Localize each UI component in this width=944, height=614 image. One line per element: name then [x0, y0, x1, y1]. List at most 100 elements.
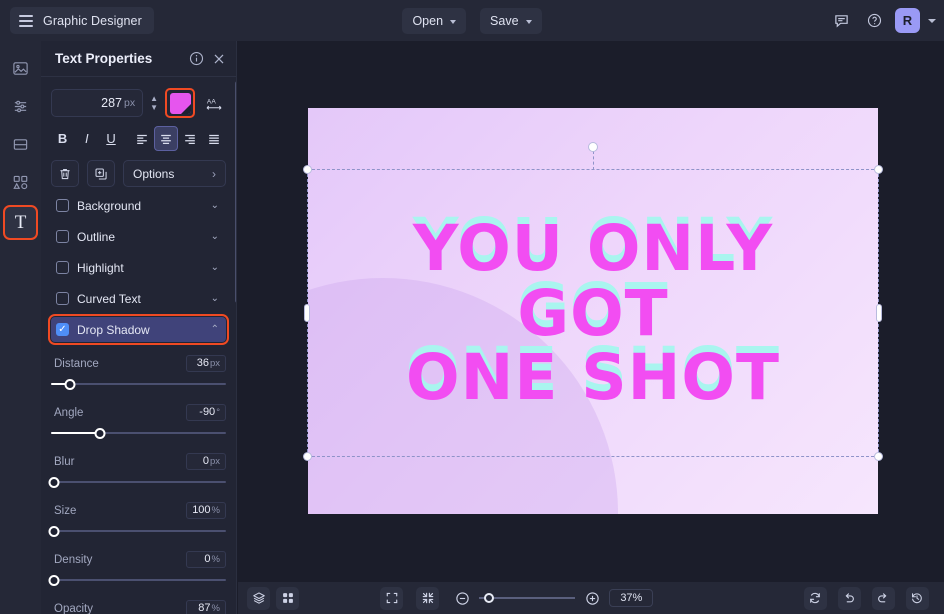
slider-label: Opacity	[51, 603, 186, 614]
section-highlight[interactable]: Highlight ⌄	[51, 255, 226, 280]
redo-icon[interactable]	[872, 587, 895, 610]
sidebar-item-text[interactable]: T	[3, 205, 38, 240]
slider-label: Density	[51, 554, 186, 566]
slider-track[interactable]	[51, 524, 226, 538]
save-button[interactable]: Save	[480, 8, 542, 34]
save-label: Save	[490, 14, 519, 28]
text-icon: T	[15, 212, 27, 234]
sidebar-item-image[interactable]	[5, 53, 36, 84]
artboard[interactable]: YOU ONLY GOT ONE SHOT	[308, 108, 878, 514]
text-color-button[interactable]	[165, 88, 195, 118]
hamburger-icon[interactable]	[19, 15, 33, 27]
duplicate-icon[interactable]	[87, 160, 115, 187]
section-background[interactable]: Background ⌄	[51, 193, 226, 218]
zoom-slider[interactable]	[479, 592, 575, 604]
sidebar-item-adjust[interactable]	[5, 91, 36, 122]
slider-value-input[interactable]: 100 %	[186, 502, 226, 519]
section-outline[interactable]: Outline ⌄	[51, 224, 226, 249]
slider-label: Blur	[51, 456, 186, 468]
layers-icon[interactable]	[247, 587, 270, 610]
grid-icon[interactable]	[276, 587, 299, 610]
underline-button[interactable]: U	[99, 126, 122, 151]
sidebar-item-shapes[interactable]	[5, 167, 36, 198]
top-bar-right: R	[829, 0, 936, 41]
refresh-icon[interactable]	[804, 587, 827, 610]
avatar[interactable]: R	[895, 8, 920, 33]
chevron-down-icon: ⌄	[211, 231, 219, 242]
align-center-button[interactable]	[154, 126, 177, 151]
text-object[interactable]: YOU ONLY GOT ONE SHOT	[308, 108, 878, 514]
align-left-button[interactable]	[130, 126, 153, 151]
slider-bar	[51, 481, 226, 483]
zoom-slider-knob[interactable]	[484, 593, 494, 603]
slider-track[interactable]	[51, 475, 226, 489]
italic-label: I	[85, 131, 89, 146]
slider-fill	[51, 432, 100, 434]
history-icon[interactable]	[906, 587, 929, 610]
options-button[interactable]: Options ›	[123, 160, 226, 187]
section-curved-text[interactable]: Curved Text ⌄	[51, 286, 226, 311]
slider-knob[interactable]	[49, 575, 60, 586]
bottom-bar: 37%	[238, 582, 944, 614]
slider-value-input[interactable]: 36 px	[186, 355, 226, 372]
bold-button[interactable]: B	[51, 126, 74, 151]
slider-track[interactable]	[51, 573, 226, 587]
info-circle-icon[interactable]	[189, 51, 204, 66]
slider-knob[interactable]	[95, 428, 106, 439]
close-icon[interactable]	[212, 52, 226, 66]
slider-knob[interactable]	[65, 379, 76, 390]
text-color-swatch	[170, 93, 191, 114]
letter-spacing-icon[interactable]: AA	[202, 90, 226, 116]
slider-header: Size 100 %	[51, 502, 226, 519]
account-chevron-down-icon[interactable]	[928, 19, 936, 23]
curved-text-checkbox[interactable]	[56, 292, 69, 305]
slider-value-input[interactable]: 87 %	[186, 600, 226, 614]
slider-value-input[interactable]: 0 px	[186, 453, 226, 470]
zoom-in-icon[interactable]	[582, 588, 602, 608]
slider-track[interactable]	[51, 377, 226, 391]
section-label: Drop Shadow	[77, 323, 203, 337]
drop-shadow-checkbox[interactable]	[56, 323, 69, 336]
align-right-button[interactable]	[179, 126, 202, 151]
slider-header: Angle -90 °	[51, 404, 226, 421]
fit-screen-icon[interactable]	[380, 587, 403, 610]
slider-knob[interactable]	[49, 526, 60, 537]
highlight-checkbox[interactable]	[56, 261, 69, 274]
font-size-stepper[interactable]: ▲ ▼	[150, 96, 158, 111]
slider-value-input[interactable]: -90 °	[186, 404, 226, 421]
text-line-1: YOU ONLY	[413, 219, 773, 279]
zoom-level[interactable]: 37%	[609, 589, 653, 607]
outline-checkbox[interactable]	[56, 230, 69, 243]
italic-button[interactable]: I	[75, 126, 98, 151]
section-label: Background	[77, 199, 203, 213]
slider-knob[interactable]	[49, 477, 60, 488]
section-drop-shadow[interactable]: Drop Shadow ⌃	[51, 317, 226, 342]
canvas-stage[interactable]: YOU ONLY GOT ONE SHOT	[238, 41, 944, 582]
slider-value-input[interactable]: 0 %	[186, 551, 226, 568]
page-title: Text Properties	[55, 51, 181, 66]
history-controls	[804, 587, 935, 610]
panel-scrollbar[interactable]	[235, 81, 236, 303]
slider-value: 0	[204, 553, 210, 565]
bold-label: B	[58, 131, 67, 146]
slider-angle: Angle -90 °	[51, 404, 226, 440]
trash-icon[interactable]	[51, 160, 79, 187]
comment-icon[interactable]	[829, 8, 854, 33]
slider-header: Distance 36 px	[51, 355, 226, 372]
undo-icon[interactable]	[838, 587, 861, 610]
background-checkbox[interactable]	[56, 199, 69, 212]
chevron-down-icon[interactable]: ▼	[150, 105, 158, 111]
font-size-input[interactable]: 287 px	[51, 89, 143, 117]
align-justify-button[interactable]	[203, 126, 226, 151]
text-line-2: GOT	[517, 284, 668, 344]
collapse-icon[interactable]	[416, 587, 439, 610]
chevron-up-icon[interactable]: ▲	[150, 96, 158, 102]
open-label: Open	[412, 14, 443, 28]
help-circle-icon[interactable]	[862, 8, 887, 33]
open-button[interactable]: Open	[402, 8, 466, 34]
zoom-out-icon[interactable]	[452, 588, 472, 608]
slider-track[interactable]	[51, 426, 226, 440]
app-menu-button[interactable]: Graphic Designer	[10, 7, 154, 34]
sidebar-item-layout[interactable]	[5, 129, 36, 160]
top-bar: Graphic Designer Open Save R	[0, 0, 944, 41]
